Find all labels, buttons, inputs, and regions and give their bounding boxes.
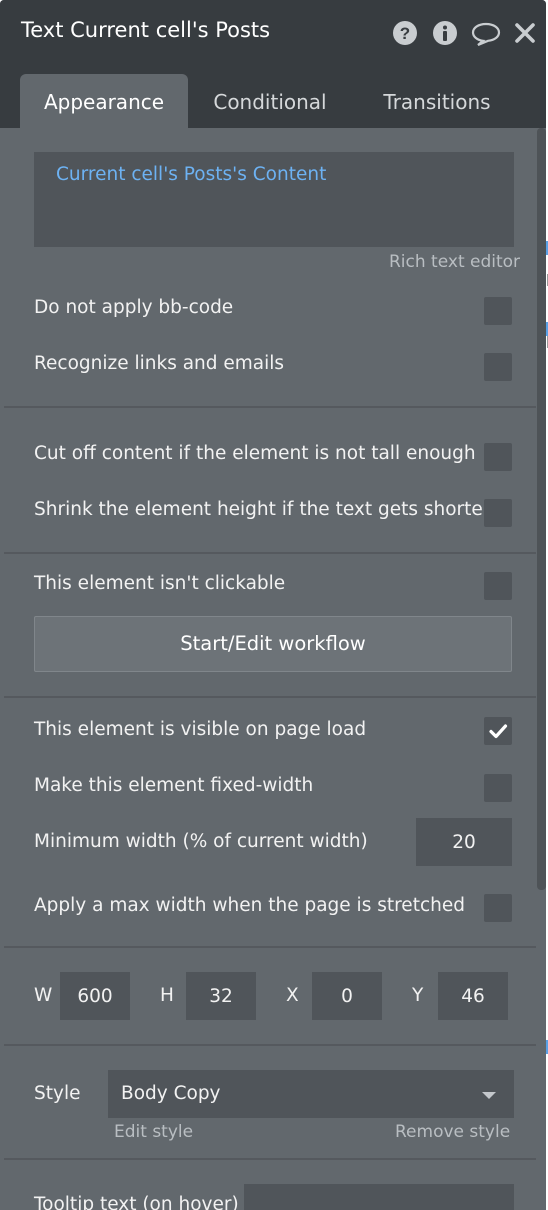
property-editor-panel: Text Current cell's Posts ? Appearance C… (0, 0, 546, 1210)
checkmark-icon (489, 724, 508, 739)
tab-appearance[interactable]: Appearance (20, 74, 188, 128)
section-divider (4, 406, 536, 408)
close-icon[interactable] (513, 20, 537, 46)
x-label: X (286, 985, 299, 1006)
tab-bar: Appearance Conditional Transitions (0, 65, 546, 128)
style-selected-value: Body Copy (121, 1083, 221, 1104)
chevron-down-icon (482, 1092, 496, 1099)
bbcode-checkbox[interactable] (484, 297, 512, 325)
links-checkbox[interactable] (484, 353, 512, 381)
visible-label: This element is visible on page load (34, 719, 367, 740)
min-width-label: Minimum width (% of current width) (34, 831, 368, 852)
not-clickable-checkbox[interactable] (484, 572, 512, 600)
section-divider (4, 946, 536, 948)
max-width-label: Apply a max width when the page is stret… (34, 895, 465, 916)
tooltip-label: Tooltip text (on hover) (34, 1194, 239, 1210)
min-width-input[interactable]: 20 (416, 818, 512, 866)
section-divider (4, 1158, 536, 1160)
section-divider (4, 1044, 536, 1046)
cutoff-label: Cut off content if the element is not ta… (34, 443, 476, 464)
cutoff-checkbox[interactable] (484, 443, 512, 471)
width-label: W (34, 985, 53, 1006)
shrink-checkbox[interactable] (484, 499, 512, 527)
dynamic-expression[interactable]: Current cell's Posts's Content (56, 164, 326, 185)
panel-title: Text Current cell's Posts (21, 18, 271, 42)
y-label: Y (412, 985, 424, 1006)
start-edit-workflow-button[interactable]: Start/Edit workflow (34, 616, 512, 672)
edit-style-link[interactable]: Edit style (114, 1122, 193, 1142)
section-divider (4, 696, 536, 698)
section-divider (4, 552, 536, 554)
fixed-width-checkbox[interactable] (484, 774, 512, 802)
bbcode-label: Do not apply bb-code (34, 297, 234, 318)
height-label: H (160, 985, 174, 1006)
width-input[interactable]: 600 (60, 972, 130, 1020)
links-label: Recognize links and emails (34, 353, 285, 374)
y-input[interactable]: 46 (438, 972, 508, 1020)
help-icon[interactable]: ? (392, 20, 418, 46)
not-clickable-label: This element isn't clickable (34, 573, 286, 594)
max-width-checkbox[interactable] (484, 894, 512, 922)
style-dropdown[interactable]: Body Copy (108, 1070, 514, 1118)
height-input[interactable]: 32 (186, 972, 256, 1020)
tab-conditional[interactable]: Conditional (192, 74, 348, 128)
comment-icon[interactable] (471, 20, 501, 46)
content-field[interactable]: Current cell's Posts's Content (34, 152, 514, 247)
svg-text:?: ? (400, 24, 410, 43)
style-label: Style (34, 1083, 81, 1104)
info-icon[interactable] (432, 20, 458, 46)
visible-checkbox[interactable] (484, 717, 512, 745)
title-bar[interactable]: Text Current cell's Posts ? (0, 0, 546, 65)
x-input[interactable]: 0 (312, 972, 382, 1020)
scrollbar[interactable] (537, 128, 546, 890)
tab-transitions[interactable]: Transitions (360, 74, 514, 128)
fixed-width-label: Make this element fixed-width (34, 775, 314, 796)
shrink-label: Shrink the element height if the text ge… (34, 499, 491, 520)
rich-text-editor-link[interactable]: Rich text editor (389, 252, 520, 272)
tooltip-input[interactable] (244, 1184, 514, 1210)
remove-style-link[interactable]: Remove style (395, 1122, 510, 1142)
